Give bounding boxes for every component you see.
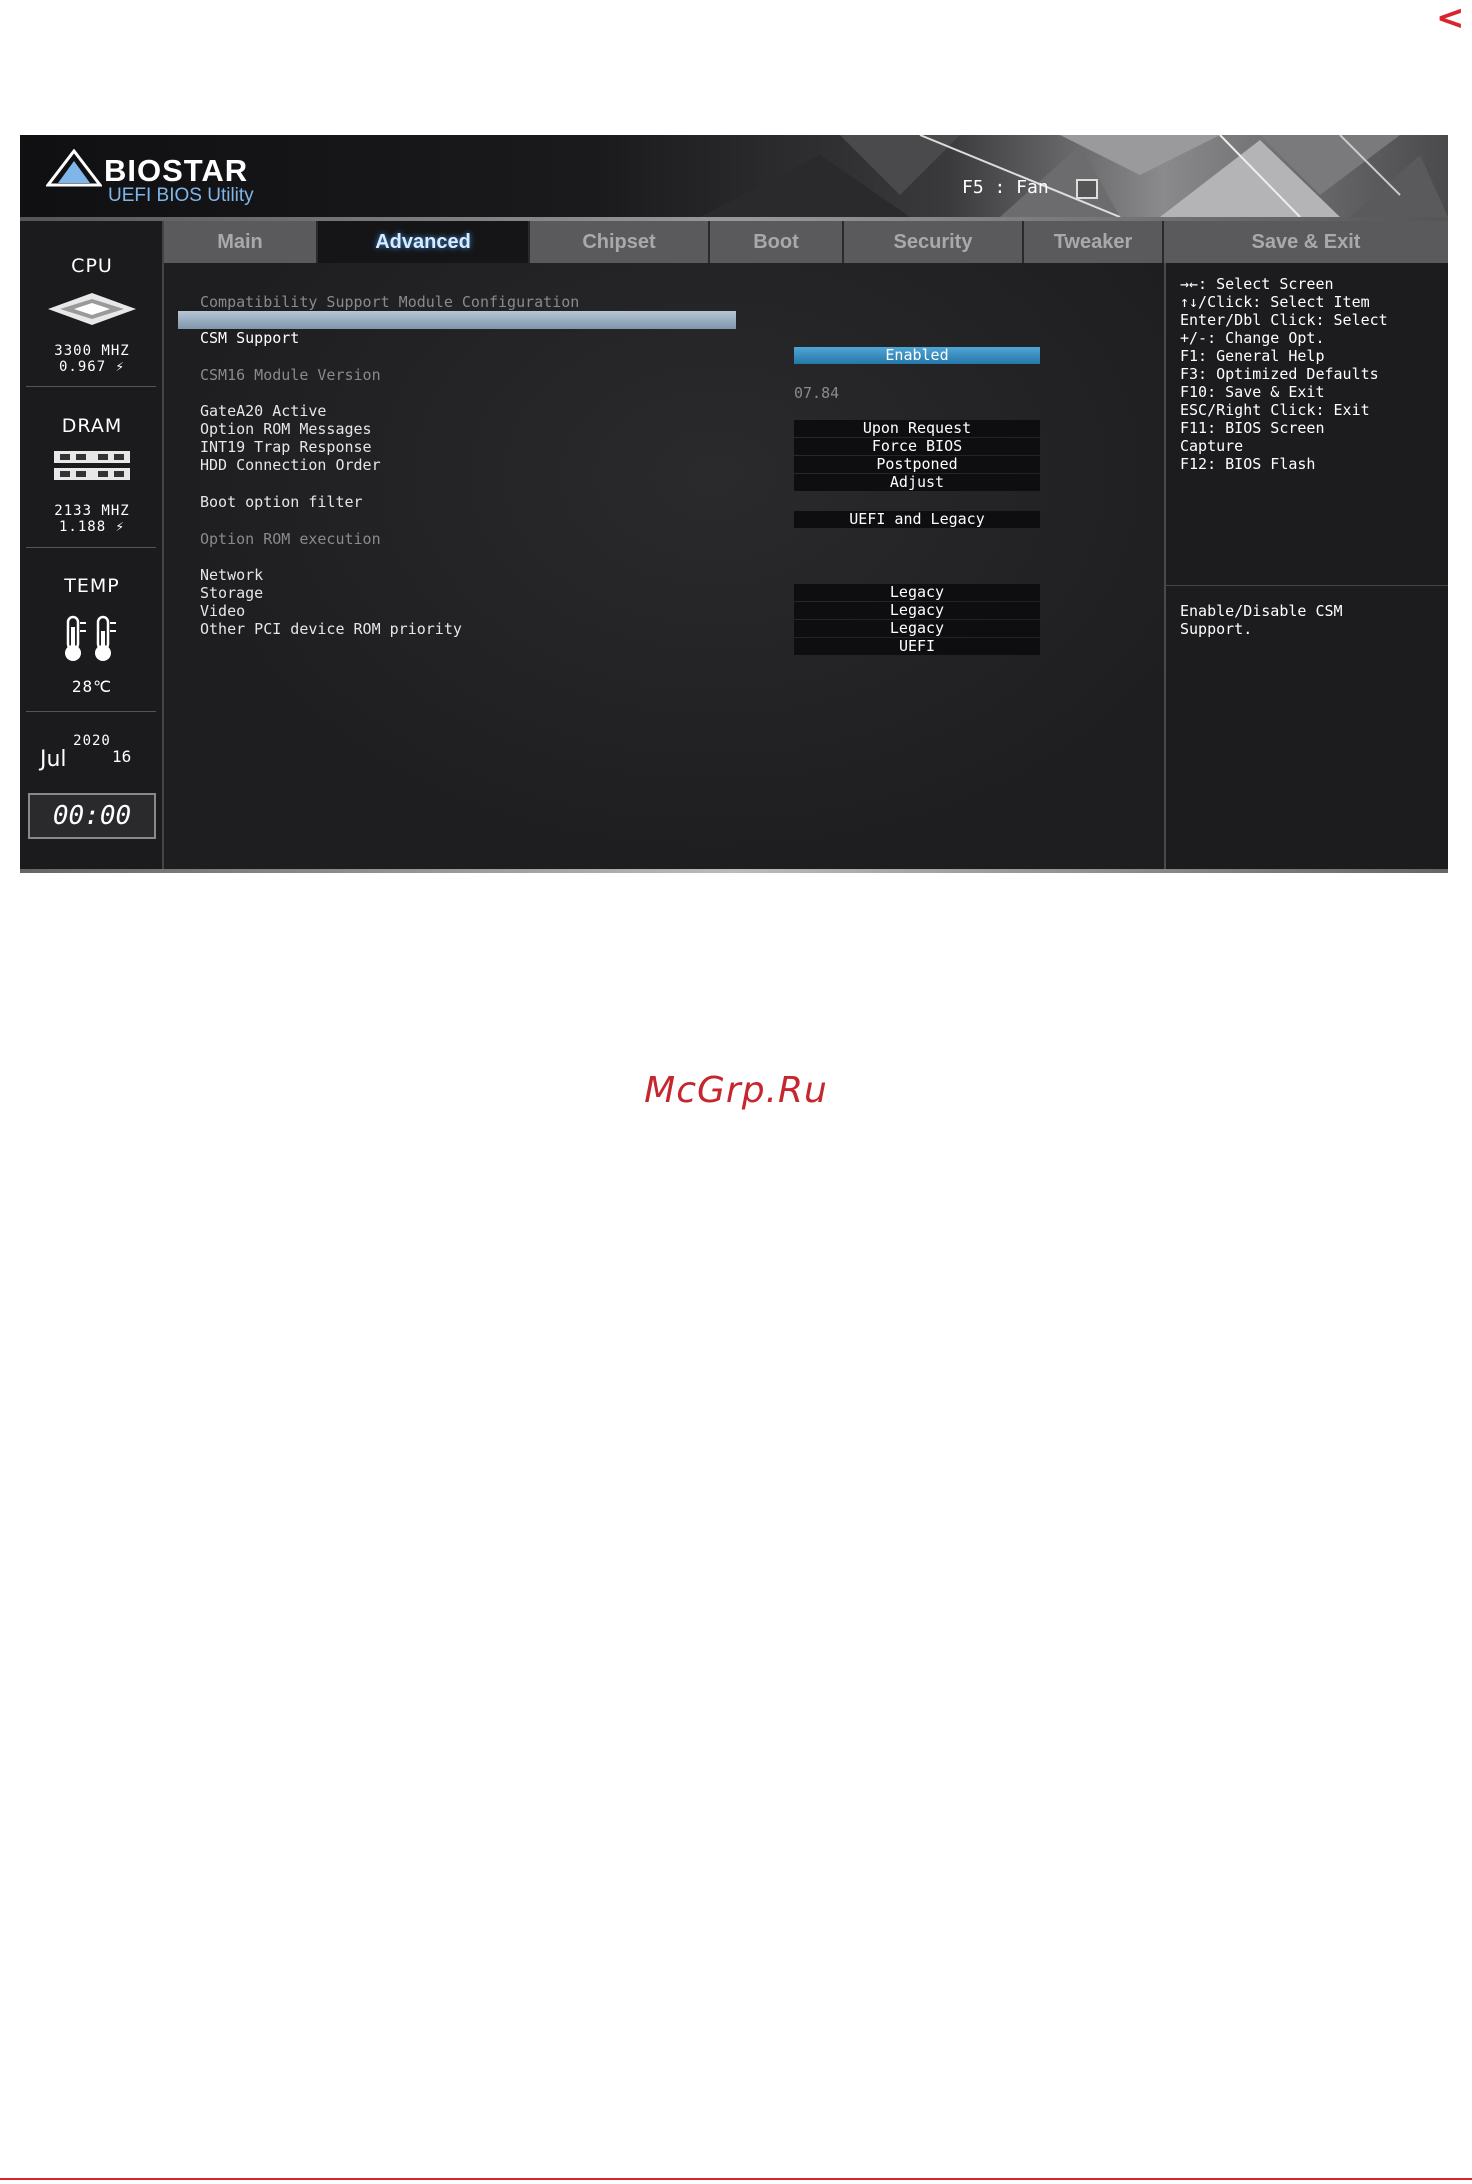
- setting-gatea20[interactable]: GateA20 Active Upon Request: [164, 384, 1144, 437]
- tab-main[interactable]: Main: [164, 221, 318, 263]
- brand-name: BIOSTAR: [104, 153, 249, 188]
- tab-chipset[interactable]: Chipset: [530, 221, 710, 263]
- brand-subtitle: UEFI BIOS Utility: [108, 185, 254, 206]
- help-description: Support.: [1180, 620, 1253, 638]
- temp-title: TEMP: [64, 575, 120, 597]
- tab-tweaker[interactable]: Tweaker: [1024, 221, 1164, 263]
- watermark-text: McGrp.Ru: [644, 1070, 828, 1111]
- settings-panel: Compatibility Support Module Configurati…: [164, 263, 1164, 869]
- setting-label: HDD Connection Order: [200, 456, 381, 474]
- setting-other-pci[interactable]: Other PCI device ROM priority UEFI: [164, 602, 1144, 655]
- help-key-line: F10: Save & Exit: [1180, 383, 1325, 401]
- setting-csm16-version: CSM16 Module Version 07.84: [164, 348, 1144, 402]
- cpu-chip-icon: [48, 293, 136, 325]
- help-key-line: Enter/Dbl Click: Select: [1180, 311, 1388, 329]
- clock-display: 00:00: [28, 793, 156, 839]
- fan-hint[interactable]: F5 : Fan: [962, 177, 1049, 198]
- bios-header: BIOSTAR UEFI BIOS Utility F5 : Fan: [20, 135, 1448, 217]
- thermometer-icon: [65, 615, 116, 661]
- help-key-line: F3: Optimized Defaults: [1180, 365, 1379, 383]
- setting-storage[interactable]: Storage Legacy: [164, 566, 1144, 619]
- side-divider: [26, 547, 156, 548]
- setting-label: CSM Support: [200, 329, 300, 347]
- help-panel: →←: Select Screen ↑↓/Click: Select Item …: [1164, 263, 1448, 869]
- footer-rule: [0, 2178, 1472, 2180]
- cpu-voltage: 0.967 ⚡: [58, 359, 125, 375]
- tab-security[interactable]: Security: [844, 221, 1024, 263]
- help-key-line: ↑↓/Click: Select Item: [1180, 293, 1370, 311]
- setting-value-other-pci[interactable]: UEFI: [794, 638, 1040, 655]
- setting-option-rom-messages[interactable]: Option ROM Messages Force BIOS: [164, 402, 1144, 455]
- setting-label: CSM16 Module Version: [200, 366, 381, 384]
- setting-int19-trap[interactable]: INT19 Trap Response Postponed: [164, 420, 1144, 473]
- dram-module-icon: [54, 451, 130, 480]
- biostar-logo-icon: [46, 149, 102, 187]
- side-divider: [26, 711, 156, 712]
- help-divider: [1166, 585, 1448, 586]
- help-key-line: F11: BIOS Screen: [1180, 419, 1325, 437]
- bottom-divider: [20, 869, 1448, 873]
- tab-advanced[interactable]: Advanced: [318, 221, 530, 263]
- setting-csm-support[interactable]: CSM Support Enabled: [164, 311, 1144, 364]
- cpu-frequency: 3300 MHZ: [54, 343, 130, 359]
- setting-label: Other PCI device ROM priority: [200, 620, 462, 638]
- help-key-line: Capture: [1180, 437, 1244, 455]
- setting-value-video[interactable]: Legacy: [794, 620, 1040, 637]
- setting-boot-filter[interactable]: Boot option filter UEFI and Legacy: [164, 475, 1144, 528]
- date-day: 16: [112, 747, 132, 766]
- setting-label: Boot option filter: [200, 493, 363, 511]
- tab-save-exit[interactable]: Save & Exit: [1164, 221, 1448, 263]
- fan-icon[interactable]: [1076, 179, 1098, 199]
- section-title: Compatibility Support Module Configurati…: [200, 293, 580, 311]
- header-decoration: [700, 135, 1448, 217]
- bios-screenshot: BIOSTAR UEFI BIOS Utility F5 : Fan CPU 3…: [20, 135, 1448, 873]
- setting-network[interactable]: Network Legacy: [164, 548, 1144, 601]
- dram-frequency: 2133 MHZ: [54, 503, 130, 519]
- status-sidebar: CPU 3300 MHZ 0.967 ⚡ DRAM 2133 MHZ 1.188…: [20, 221, 164, 873]
- temp-value: 28℃: [71, 677, 113, 696]
- tab-boot[interactable]: Boot: [710, 221, 844, 263]
- setting-video[interactable]: Video Legacy: [164, 584, 1144, 637]
- back-arrow-icon[interactable]: <: [1436, 0, 1465, 38]
- help-key-line: ESC/Right Click: Exit: [1180, 401, 1370, 419]
- tab-bar: Main Advanced Chipset Boot Security Twea…: [164, 221, 1448, 263]
- dram-voltage: 1.188 ⚡: [58, 519, 125, 535]
- side-divider: [26, 386, 156, 387]
- subsection-title: Option ROM execution: [200, 530, 381, 548]
- help-key-line: F12: BIOS Flash: [1180, 455, 1316, 473]
- dram-title: DRAM: [61, 415, 123, 437]
- date-month: Jul: [40, 747, 67, 772]
- help-key-line: +/-: Change Opt.: [1180, 329, 1325, 347]
- help-key-line: F1: General Help: [1180, 347, 1325, 365]
- setting-hdd-order[interactable]: HDD Connection Order Adjust: [164, 438, 1144, 491]
- cpu-title: CPU: [71, 255, 113, 277]
- help-description: Enable/Disable CSM: [1180, 602, 1343, 620]
- help-key-line: →←: Select Screen: [1180, 275, 1334, 293]
- setting-value-int19[interactable]: Postponed: [794, 456, 1040, 473]
